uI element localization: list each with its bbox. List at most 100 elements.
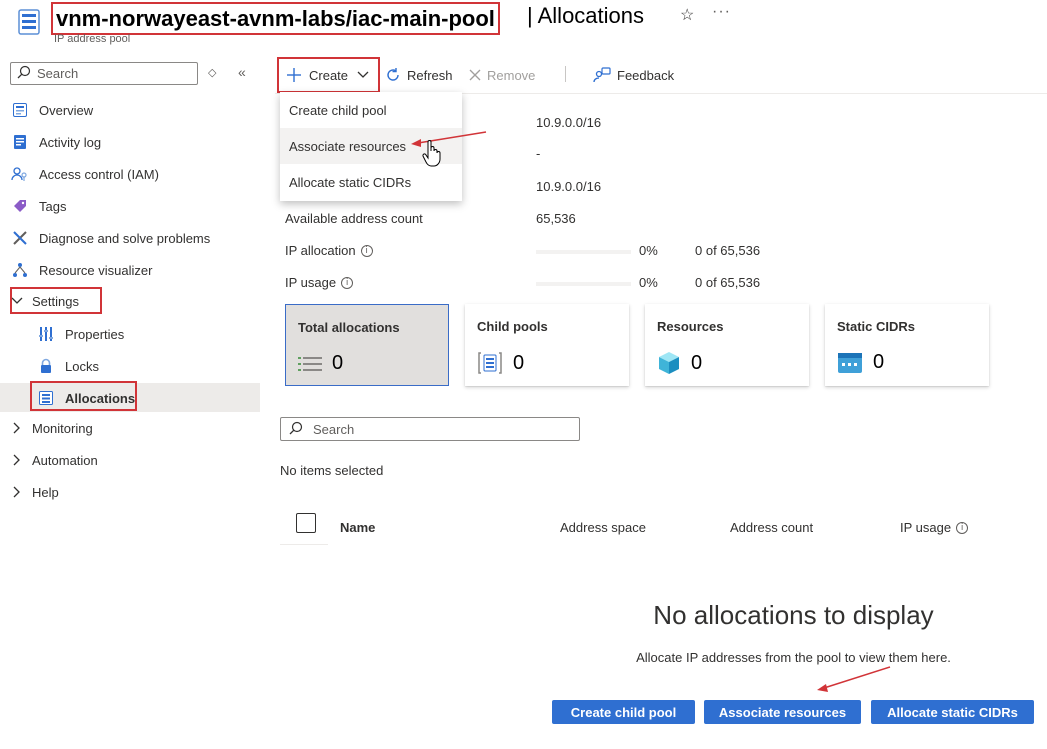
chevron-down-icon <box>357 71 369 79</box>
cube-icon <box>657 351 681 375</box>
more-options-icon[interactable]: ··· <box>712 3 731 21</box>
available-count-value: 65,536 <box>536 211 576 226</box>
plus-icon <box>287 68 301 82</box>
ip-usage-progress <box>536 282 631 286</box>
address-space-value-2: 10.9.0.0/16 <box>536 179 602 194</box>
sidebar-item-automation[interactable]: Automation <box>10 446 98 474</box>
card-static-cidrs[interactable]: Static CIDRs 0 <box>825 304 989 386</box>
sidebar-item-monitoring[interactable]: Monitoring <box>10 414 93 442</box>
ip-allocation-label: IP allocation <box>285 243 356 258</box>
sidebar-item-label: Properties <box>65 326 125 342</box>
create-label: Create <box>309 67 349 83</box>
info-icon[interactable]: i <box>360 244 373 257</box>
associate-resources-button[interactable]: Associate resources <box>704 700 861 724</box>
empty-state-subtitle: Allocate IP addresses from the pool to v… <box>636 650 951 665</box>
annotation-arrow <box>817 666 891 692</box>
sidebar-item-label: Automation <box>32 452 98 468</box>
create-child-pool-button[interactable]: Create child pool <box>552 700 695 724</box>
feedback-label: Feedback <box>617 67 675 83</box>
lock-icon <box>36 356 56 376</box>
cidr-icon <box>837 352 863 374</box>
sidebar-item-label: Monitoring <box>32 420 93 436</box>
column-header-address-space[interactable]: Address space <box>560 520 646 535</box>
remove-button[interactable]: Remove <box>469 64 535 86</box>
sidebar-item-help[interactable]: Help <box>10 478 59 506</box>
empty-value: - <box>536 146 541 161</box>
column-header-ip-usage[interactable]: IP usage i <box>900 520 969 535</box>
sidebar-item-tags[interactable]: Tags <box>10 192 66 220</box>
card-child-pools[interactable]: Child pools 0 <box>465 304 629 386</box>
settings-highlight <box>10 287 102 314</box>
properties-icon <box>36 324 56 344</box>
search-icon <box>289 421 303 438</box>
allocations-highlight <box>30 381 137 411</box>
create-button[interactable]: Create <box>277 57 380 93</box>
chevron-right-icon <box>10 454 24 466</box>
refresh-label: Refresh <box>407 67 453 83</box>
resource-title-highlight: vnm-norwayeast-avnm-labs/iac-main-pool <box>51 2 500 35</box>
ip-usage-label: IP usage <box>285 275 337 290</box>
sidebar-item-iam[interactable]: Access control (IAM) <box>10 160 159 188</box>
ip-pool-icon <box>16 8 42 36</box>
sidebar-item-label: Diagnose and solve problems <box>39 230 211 246</box>
sidebar-item-overview[interactable]: Overview <box>10 96 93 124</box>
list-search-placeholder: Search <box>313 421 355 437</box>
ip-usage-percent: 0% <box>639 275 658 290</box>
resource-type: IP address pool <box>54 33 131 45</box>
sidebar-item-label: Access control (IAM) <box>39 166 159 182</box>
card-value: 0 <box>691 351 703 374</box>
sidebar-item-locks[interactable]: Locks <box>36 352 99 380</box>
feedback-button[interactable]: Feedback <box>593 64 674 86</box>
toolbar-divider <box>565 66 566 82</box>
list-search-input[interactable]: Search <box>280 417 580 441</box>
sidebar-search-input[interactable]: Search <box>10 62 198 85</box>
card-value: 0 <box>873 351 885 373</box>
ip-allocation-progress <box>536 250 631 254</box>
sidebar-item-resource-visualizer[interactable]: Resource visualizer <box>10 256 152 284</box>
sidebar-item-activity-log[interactable]: Activity log <box>10 128 101 156</box>
card-title: Static CIDRs <box>837 319 916 334</box>
overview-icon <box>10 100 30 120</box>
create-dropdown-menu: Create child pool Associate resources Al… <box>280 92 462 201</box>
remove-label: Remove <box>487 67 536 83</box>
sidebar-item-properties[interactable]: Properties <box>36 320 124 348</box>
column-header-label: IP usage <box>900 520 952 535</box>
collapse-sidebar-icon[interactable]: « <box>238 64 246 80</box>
refresh-button[interactable]: Refresh <box>385 64 453 86</box>
card-value: 0 <box>513 351 525 374</box>
sort-toggle-icon[interactable]: ◇ <box>208 66 216 79</box>
child-pool-icon <box>477 351 503 375</box>
menu-item-allocate-static-cidrs[interactable]: Allocate static CIDRs <box>280 164 462 200</box>
ip-allocation-row-label: IP allocation i <box>285 243 373 258</box>
info-icon[interactable]: i <box>341 276 354 289</box>
visualizer-icon <box>10 260 30 280</box>
resource-name: vnm-norwayeast-avnm-labs/iac-main-pool <box>56 5 495 31</box>
card-title: Child pools <box>477 319 548 334</box>
card-title: Total allocations <box>298 320 400 335</box>
feedback-icon <box>593 67 611 83</box>
column-header-name[interactable]: Name <box>340 520 375 535</box>
ip-allocation-count: 0 of 65,536 <box>695 243 761 258</box>
ip-allocation-percent: 0% <box>639 243 658 258</box>
column-header-address-count[interactable]: Address count <box>730 520 813 535</box>
address-space-value: 10.9.0.0/16 <box>536 115 602 130</box>
sidebar-item-label: Help <box>32 484 59 500</box>
menu-item-create-child-pool[interactable]: Create child pool <box>280 92 462 128</box>
iam-icon <box>10 164 30 184</box>
header-underline <box>280 544 328 545</box>
menu-item-associate-resources[interactable]: Associate resources <box>280 128 462 164</box>
close-icon <box>469 69 481 81</box>
sidebar-item-diagnose[interactable]: Diagnose and solve problems <box>10 224 210 252</box>
info-icon[interactable]: i <box>956 521 969 534</box>
card-resources[interactable]: Resources 0 <box>645 304 809 386</box>
empty-state-title: No allocations to display <box>653 600 934 630</box>
favorite-star-icon[interactable]: ☆ <box>680 5 694 25</box>
ip-usage-count: 0 of 65,536 <box>695 275 761 290</box>
card-title: Resources <box>657 319 724 334</box>
chevron-right-icon <box>10 486 24 498</box>
select-all-checkbox[interactable] <box>296 513 316 533</box>
card-total-allocations[interactable]: Total allocations 0 <box>285 304 449 386</box>
allocate-static-cidrs-button[interactable]: Allocate static CIDRs <box>871 700 1034 724</box>
activity-log-icon <box>10 132 30 152</box>
page-title: | Allocations <box>527 3 645 28</box>
